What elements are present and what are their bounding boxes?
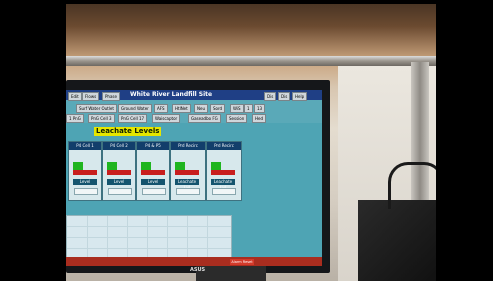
panel-title: Prd Recirc [207, 142, 241, 150]
grid-line [207, 216, 208, 258]
toolbar-ground-water[interactable]: Ground Water [118, 104, 152, 113]
trend-chart-area [66, 215, 232, 259]
toolbar-1[interactable]: 1 [244, 104, 253, 113]
toolbar-sord[interactable]: Sord [210, 104, 226, 113]
leachate-levels-title: Leachate Levels [94, 127, 162, 136]
panel-prd-recirc-2: Prd Recirc Leachate Lvl [206, 141, 242, 201]
panel-status [107, 170, 131, 175]
panel-level: Level [107, 179, 131, 185]
toolbar-wis[interactable]: WiS [230, 104, 244, 113]
panel-level: Leachate Lvl [175, 179, 199, 190]
toolbar-afs[interactable]: AFS [154, 104, 168, 113]
toolbar-session[interactable]: Session [226, 114, 248, 123]
monitor-stand [196, 266, 266, 281]
panel-p4-cell-1: P4 Cell 1 Level [68, 141, 102, 201]
menu-button-edit[interactable]: Edit [68, 92, 82, 101]
panel-p4-cell-2: P4 Cell 2 Level [102, 141, 136, 201]
toolbar-png-cell-17[interactable]: PnG Cell 17 [118, 114, 148, 123]
panel-status [73, 170, 97, 175]
toolbar-waiscaptor[interactable]: Waiscaptor [152, 114, 181, 123]
panel-readout [108, 188, 132, 195]
status-indicator [211, 162, 221, 170]
panel-status [141, 170, 165, 175]
panel-title: P4 Cell 2 [103, 142, 135, 150]
panel-status [211, 170, 235, 175]
panel-title: P4 & P5 [137, 142, 169, 150]
toolbar-1-png[interactable]: 1 PnG [66, 114, 84, 123]
monitor-screen: White River Landfill Site Edit Flows Pha… [66, 90, 322, 266]
window-button-help[interactable]: Help [292, 92, 308, 101]
toolbar-hed[interactable]: Hed [252, 114, 267, 123]
grid-line [127, 216, 128, 258]
panel-readout [176, 188, 200, 195]
panel-level: Leachate Lvl [211, 179, 235, 190]
panel-prd-recirc-1: Prd Recirc Leachate Lvl [170, 141, 206, 201]
menu-button-flows[interactable]: Flows [82, 92, 100, 101]
footer-bar [66, 257, 322, 266]
main-content: Leachate Levels P4 Cell 1 Level P4 Cell … [66, 123, 322, 266]
status-indicator [73, 162, 83, 170]
monitor-brand: ASUS [190, 267, 206, 273]
window-button-2[interactable]: Dis [278, 92, 291, 101]
grid-line [147, 216, 148, 258]
shelf-edge [66, 56, 436, 66]
panel-p4-p5: P4 & P5 Level [136, 141, 170, 201]
panel-readout [212, 188, 236, 195]
photo-frame: White River Landfill Site Edit Flows Pha… [0, 0, 493, 281]
status-indicator [175, 162, 185, 170]
status-indicator [141, 162, 151, 170]
toolbar-gaseadbo-fg[interactable]: Gaseadbo FG [188, 114, 221, 123]
toolbar-htlnet[interactable]: HtlNet [172, 104, 191, 113]
panel-level: Level [141, 179, 165, 185]
status-indicator [107, 162, 117, 170]
grid-line [167, 216, 168, 258]
grid-line [187, 216, 188, 258]
monitor-photo: White River Landfill Site Edit Flows Pha… [66, 4, 436, 281]
toolbar-13[interactable]: 13 [254, 104, 266, 113]
cable [388, 162, 436, 209]
toolbar-surf-water-outlet[interactable]: Surf Water Outlet [76, 104, 117, 113]
grid-line [87, 216, 88, 258]
window-button-1[interactable]: Dis [264, 92, 277, 101]
alarm-reset-button[interactable]: Alarm Reset [230, 259, 254, 265]
panel-status [175, 170, 199, 175]
equipment-box [358, 200, 436, 281]
panel-title: Prd Recirc [171, 142, 205, 150]
menu-button-phase[interactable]: Phase [102, 92, 120, 101]
panel-title: P4 Cell 1 [69, 142, 101, 150]
toolbar-neu[interactable]: Neu [194, 104, 208, 113]
panel-level: Level [73, 179, 97, 185]
panel-readout [74, 188, 98, 195]
grid-line [107, 216, 108, 258]
window-title: White River Landfill Site [130, 91, 213, 98]
toolbar-png-cell-3[interactable]: PnG Cell 3 [88, 114, 115, 123]
panel-readout [142, 188, 166, 195]
